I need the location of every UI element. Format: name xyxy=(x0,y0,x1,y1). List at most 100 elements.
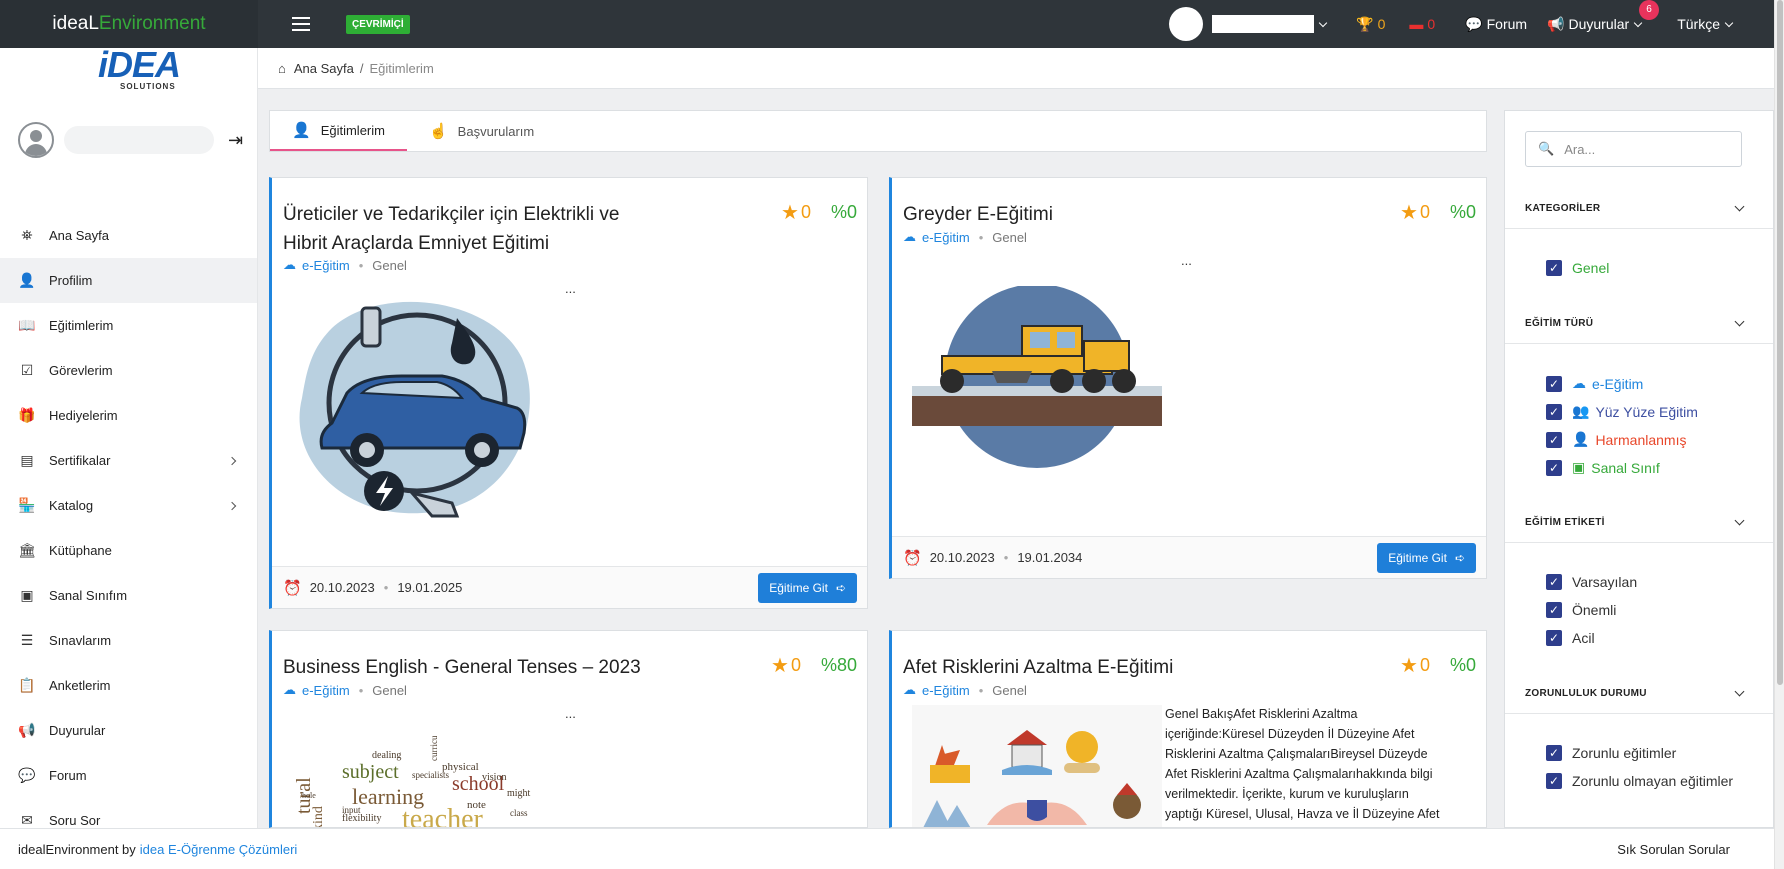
separator-dot: • xyxy=(358,682,364,698)
filter-option-virtual-class[interactable]: ✓ ▣ Sanal Sınıf xyxy=(1546,459,1660,476)
grader-image[interactable] xyxy=(912,286,1162,471)
filter-option-blended[interactable]: ✓ 👤 Harmanlanmış xyxy=(1546,431,1686,448)
filter-section-obligation[interactable]: ZORUNLULUK DURUMU xyxy=(1505,674,1773,714)
sidebar-item-catalog[interactable]: 🏪 Katalog xyxy=(0,483,257,528)
tabs-bar: 👤 Eğitimlerim ☝ Başvurularım xyxy=(269,110,1487,152)
checkbox-checked[interactable]: ✓ xyxy=(1546,459,1562,476)
checkbox-checked[interactable]: ✓ xyxy=(1546,630,1562,646)
description-line: Risklerini Azaltma ÇalışmalarıBireysel D… xyxy=(1165,747,1428,761)
filter-option-face-to-face[interactable]: ✓ 👥 Yüz Yüze Eğitim xyxy=(1546,403,1698,420)
filter-option-urgent[interactable]: ✓ Acil xyxy=(1546,630,1595,646)
separator-dot: • xyxy=(1003,550,1009,565)
go-to-training-button[interactable]: Eğitime Git ➪ xyxy=(1377,542,1476,573)
filter-option-non-mandatory[interactable]: ✓ Zorunlu olmayan eğitimler xyxy=(1546,773,1733,789)
checkbox-checked[interactable]: ✓ xyxy=(1546,773,1562,789)
word-cloud-word: kind xyxy=(311,806,326,828)
wallet-counter[interactable]: ▬ 0 xyxy=(1409,16,1435,32)
hand-pointer-icon: ☝ xyxy=(428,123,448,140)
forum-link[interactable]: 💬 Forum xyxy=(1465,16,1527,33)
sidebar-item-profile[interactable]: 👤 Profilim xyxy=(0,258,257,303)
filter-option-default[interactable]: ✓ Varsayılan xyxy=(1546,574,1637,590)
card-title[interactable]: Greyder E-Eğitimi xyxy=(903,200,1053,229)
sidebar-item-trainings[interactable]: 📖 Eğitimlerim xyxy=(0,303,257,348)
cloud-icon: ☁ xyxy=(903,229,916,244)
word-cloud-image[interactable]: tural subject dealing learning school ph… xyxy=(292,736,542,828)
go-to-training-button[interactable]: Eğitime Git ➪ xyxy=(758,572,857,603)
language-dropdown[interactable]: Türkçe xyxy=(1677,16,1738,32)
filter-section-training-type[interactable]: EĞİTİM TÜRÜ xyxy=(1505,304,1773,344)
cloud-icon: ☁ xyxy=(283,682,296,697)
sidebar-item-certificates[interactable]: ▤ Sertifikalar xyxy=(0,438,257,483)
checkbox-checked[interactable]: ✓ xyxy=(1546,602,1562,618)
card-title[interactable]: Afet Risklerini Azaltma E-Eğitimi xyxy=(903,653,1173,682)
home-icon[interactable]: ⌂ xyxy=(278,61,286,76)
sidebar-item-tasks[interactable]: ☑ Görevlerim xyxy=(0,348,257,393)
card-start-date: 20.10.2023 xyxy=(309,580,375,595)
filter-option-important[interactable]: ✓ Önemli xyxy=(1546,602,1616,618)
checkbox-checked[interactable]: ✓ xyxy=(1546,574,1562,590)
tab-applications[interactable]: ☝ Başvurularım xyxy=(407,111,556,151)
card-end-date: 19.01.2034 xyxy=(1017,550,1083,565)
ev-car-image[interactable] xyxy=(292,288,542,518)
logout-icon[interactable]: ⇥ xyxy=(228,130,243,151)
checkbox-checked[interactable]: ✓ xyxy=(1546,745,1562,761)
brand-logo[interactable]: ideaL Environment xyxy=(0,0,258,48)
filter-option-mandatory[interactable]: ✓ Zorunlu eğitimler xyxy=(1546,745,1676,761)
sidebar-item-announcements[interactable]: 📢 Duyurular xyxy=(0,708,257,753)
filter-option-general[interactable]: ✓ Genel xyxy=(1546,260,1609,276)
cloud-icon: ☁ xyxy=(283,257,296,272)
checkbox-checked[interactable]: ✓ xyxy=(1546,260,1562,276)
menu-toggle-button[interactable] xyxy=(292,17,310,31)
checkbox-checked[interactable]: ✓ xyxy=(1546,431,1562,448)
sidebar-item-virtual-class[interactable]: ▣ Sanal Sınıfım xyxy=(0,573,257,618)
checkbox-checked[interactable]: ✓ xyxy=(1546,375,1562,392)
sidebar-item-home[interactable]: ⛯ Ana Sayfa xyxy=(0,213,257,258)
sidebar-item-library[interactable]: 🏛 Kütüphane xyxy=(0,528,257,573)
footer-text: idealEnvironment by xyxy=(18,841,136,857)
sidebar-item-gifts[interactable]: 🎁 Hediyelerim xyxy=(0,393,257,438)
filter-section-title: EĞİTİM ETİKETİ xyxy=(1525,517,1605,528)
sidebar-nav: ⛯ Ana Sayfa 👤 Profilim 📖 Eğitimlerim ☑ Görev… xyxy=(0,213,257,843)
filter-option-label: Acil xyxy=(1572,630,1595,646)
sidebar-item-label: Forum xyxy=(49,768,87,783)
envelope-icon: ✉ xyxy=(21,812,33,828)
filter-section-training-tag[interactable]: EĞİTİM ETİKETİ xyxy=(1505,503,1773,543)
chevron-down-icon[interactable] xyxy=(1318,18,1328,27)
megaphone-icon: 📢 xyxy=(1547,15,1565,32)
card-title-line: Greyder E-Eğitimi xyxy=(903,204,1053,225)
tab-my-trainings[interactable]: 👤 Eğitimlerim xyxy=(270,111,407,151)
scrollbar-thumb[interactable] xyxy=(1777,0,1783,685)
certificate-icon: ▤ xyxy=(20,452,34,468)
page-scrollbar[interactable] xyxy=(1774,0,1784,869)
disaster-risk-image[interactable] xyxy=(912,705,1162,828)
user-avatar[interactable] xyxy=(1169,7,1204,41)
separator-dot: • xyxy=(383,580,389,595)
footer-company-link[interactable]: idea E-Öğrenme Çözümleri xyxy=(140,842,298,857)
sidebar-item-forum[interactable]: 💬 Forum xyxy=(0,753,257,798)
word-cloud-word: subject xyxy=(342,761,399,783)
trophy-counter[interactable]: 🏆 0 xyxy=(1356,16,1385,33)
search-field[interactable]: 🔍 xyxy=(1525,131,1742,167)
sidebar-item-label: Katalog xyxy=(49,498,94,513)
cloud-icon: ☁ xyxy=(1572,375,1586,391)
sidebar-item-surveys[interactable]: 📋 Anketlerim xyxy=(0,663,257,708)
card-title-line: Business English - General Tenses – 2023 xyxy=(283,657,641,678)
card-meta: ☁ e-Eğitim • Genel xyxy=(283,257,407,273)
filter-option-e-training[interactable]: ✓ ☁ e-Eğitim xyxy=(1546,375,1643,392)
training-card: Afet Risklerini Azaltma E-Eğitimi ★ 0 %0… xyxy=(889,630,1487,828)
card-title[interactable]: Business English - General Tenses – 2023 xyxy=(283,653,641,682)
card-title[interactable]: Üreticiler ve Tedarikçiler için Elektrik… xyxy=(283,200,619,258)
checkbox-checked[interactable]: ✓ xyxy=(1546,403,1562,420)
description-line: içeriğinde:Küresel Düzeyden İl Düzeyine … xyxy=(1165,727,1415,741)
company-logo[interactable]: iDEA SOLUTIONS xyxy=(98,47,188,98)
training-card: Greyder E-Eğitimi ★ 0 %0 ☁ e-Eğitim • Ge… xyxy=(889,177,1487,579)
breadcrumb-home-link[interactable]: Ana Sayfa xyxy=(294,61,354,76)
faq-link[interactable]: Sık Sorulan Sorular xyxy=(1617,842,1730,857)
search-input[interactable] xyxy=(1564,141,1735,157)
announcements-dropdown[interactable]: 📢 Duyurular 6 xyxy=(1547,0,1660,33)
user-name-placeholder[interactable] xyxy=(1212,15,1315,33)
filter-section-categories[interactable]: KATEGORİLER xyxy=(1505,189,1773,229)
filter-option-label: Önemli xyxy=(1572,602,1617,618)
user-avatar-icon[interactable] xyxy=(18,122,54,158)
sidebar-item-exams[interactable]: ☰ Sınavlarım xyxy=(0,618,257,663)
